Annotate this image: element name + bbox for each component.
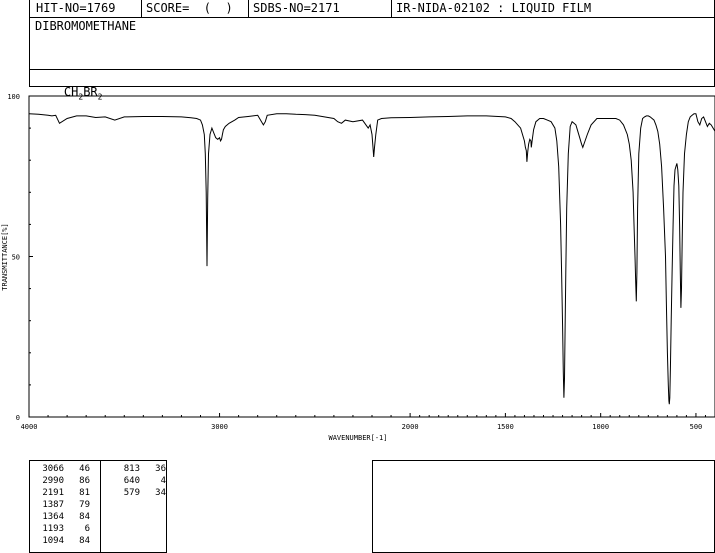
peak-row: 1387 79 — [38, 499, 90, 511]
peak-transmittance: 81 — [79, 488, 90, 498]
peak-transmittance: 4 — [160, 476, 166, 486]
peak-wavenumber: 579 — [123, 488, 140, 498]
peak-row: 813 36 — [114, 463, 166, 475]
peak-row: 1364 84 — [38, 511, 90, 523]
peak-transmittance: 86 — [79, 476, 90, 486]
x-axis-label: WAVENUMBER[-1] — [328, 434, 387, 442]
peak-row: 2990 86 — [38, 475, 90, 487]
peak-transmittance: 84 — [79, 512, 90, 522]
x-tick-label: 4000 — [21, 423, 38, 431]
peak-wavenumber: 1387 — [42, 500, 64, 510]
peak-transmittance: 36 — [155, 464, 166, 474]
x-tick-label: 3000 — [211, 423, 228, 431]
peak-transmittance: 79 — [79, 500, 90, 510]
peak-wavenumber: 2990 — [42, 476, 64, 486]
peak-column-1: 3066 46 2990 86 2191 81 1387 79 1364 84 1193 6 1094 8… — [38, 463, 90, 547]
x-tick-label: 500 — [690, 423, 703, 431]
peak-row: 579 34 — [114, 487, 166, 499]
peak-wavenumber: 3066 — [42, 464, 64, 474]
peak-table-divider — [100, 461, 101, 552]
peak-table: 3066 46 2990 86 2191 81 1387 79 1364 84 1193 6 1094 8… — [29, 460, 167, 553]
y-tick-label: 0 — [16, 414, 20, 422]
peak-wavenumber: 813 — [123, 464, 140, 474]
peak-row: 1094 84 — [38, 535, 90, 547]
peak-transmittance: 6 — [84, 524, 90, 534]
peak-transmittance: 46 — [79, 464, 90, 474]
peak-wavenumber: 1094 — [42, 536, 64, 546]
peak-wavenumber: 640 — [123, 476, 140, 486]
y-tick-label: 100 — [7, 93, 20, 101]
peak-wavenumber: 1364 — [42, 512, 64, 522]
x-tick-label: 1500 — [497, 423, 514, 431]
peak-transmittance: 84 — [79, 536, 90, 546]
peak-row: 1193 6 — [38, 523, 90, 535]
plot-frame — [28, 95, 715, 418]
peak-row: 2191 81 — [38, 487, 90, 499]
peak-wavenumber: 1193 — [42, 524, 64, 534]
peak-wavenumber: 2191 — [42, 488, 64, 498]
peak-row: 3066 46 — [38, 463, 90, 475]
peak-column-2: 813 36 640 4 579 34 — [114, 463, 166, 499]
peak-transmittance: 34 — [155, 488, 166, 498]
y-axis-label: TRANSMITTANCE[%] — [1, 223, 9, 290]
ir-spectrum-chart: 0 50 100 4000 3000 2000 1500 1000 500 WAVENUMBE… — [1, 93, 715, 442]
x-tick-label: 1000 — [592, 423, 609, 431]
peak-row: 640 4 — [114, 475, 166, 487]
x-tick-label: 2000 — [402, 423, 419, 431]
comment-box — [372, 460, 715, 553]
y-tick-label: 50 — [12, 254, 20, 262]
spectrum-line — [28, 113, 715, 405]
